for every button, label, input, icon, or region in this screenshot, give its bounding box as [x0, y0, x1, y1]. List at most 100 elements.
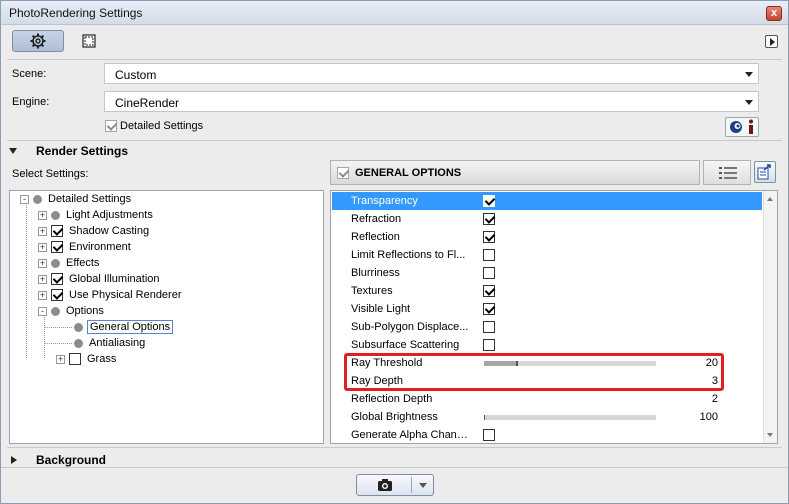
tree-expand-icon[interactable]: + [38, 210, 47, 220]
reflection-depth-value[interactable]: 2 [672, 393, 718, 405]
tree-expand-icon[interactable]: + [38, 274, 47, 284]
close-button[interactable]: x [766, 6, 782, 21]
limit-reflections-checkbox[interactable] [483, 249, 495, 261]
tree-item-label: Detailed Settings [48, 193, 132, 205]
option-row-limit-reflections[interactable]: Limit Reflections to Fl... [332, 246, 762, 264]
engine-info-group [725, 117, 759, 137]
expand-arrow-button[interactable] [765, 35, 778, 48]
scroll-down-icon[interactable] [767, 433, 773, 437]
tree-item-environment[interactable]: + Environment [38, 239, 133, 255]
info-icon[interactable] [746, 119, 756, 135]
tree-item-global-illumination[interactable]: + Global Illumination [38, 271, 162, 287]
tree-item-antialiasing[interactable]: Antialiasing [74, 335, 147, 351]
global-illumination-checkbox[interactable] [51, 273, 63, 285]
tree-expand-icon[interactable]: + [38, 290, 47, 300]
engine-label: Engine: [12, 96, 50, 108]
global-brightness-slider[interactable] [484, 415, 656, 420]
export-settings-button[interactable] [754, 161, 776, 183]
chevron-down-icon[interactable] [419, 483, 427, 488]
shadow-casting-checkbox[interactable] [51, 225, 63, 237]
engine-value: CineRender [115, 96, 180, 110]
title-bar[interactable]: PhotoRendering Settings x [1, 1, 788, 25]
tree-bullet-icon [74, 322, 83, 332]
list-view-button[interactable] [703, 160, 751, 185]
tree-guide [26, 203, 27, 358]
settings-tab-button[interactable] [12, 30, 64, 52]
tree-item-label: Environment [69, 241, 131, 253]
export-icon [757, 164, 771, 180]
tree-item-label: Light Adjustments [66, 209, 153, 221]
general-options-checkbox[interactable] [337, 166, 349, 179]
photorendering-settings-window: PhotoRendering Settings x Scene: Custom … [0, 0, 789, 504]
physical-renderer-checkbox[interactable] [51, 289, 63, 301]
tree-collapse-icon[interactable]: - [20, 194, 29, 204]
size-tab-button[interactable] [71, 30, 107, 52]
toolbar [1, 26, 788, 58]
background-title[interactable]: Background [36, 453, 106, 467]
tree-item-effects[interactable]: + Effects [38, 255, 101, 271]
tree-guide [44, 343, 72, 344]
option-name: Reflection Depth [351, 393, 433, 405]
general-options-list[interactable]: Transparency Refraction Reflection Limit… [330, 190, 778, 444]
expand-background-icon[interactable] [11, 456, 17, 464]
tree-bullet-icon [33, 194, 42, 204]
grass-checkbox[interactable] [69, 353, 81, 365]
tree-item-label: Global Illumination [69, 273, 160, 285]
environment-checkbox[interactable] [51, 241, 63, 253]
visible-light-checkbox[interactable] [483, 303, 495, 315]
detailed-settings-checkbox[interactable] [105, 120, 117, 132]
option-row-transparency[interactable]: Transparency [332, 192, 762, 210]
tree-item-detailed-settings[interactable]: - Detailed Settings [20, 191, 133, 207]
option-row-blurriness[interactable]: Blurriness [332, 264, 762, 282]
cinema4d-icon[interactable] [729, 120, 743, 134]
reflection-checkbox[interactable] [483, 231, 495, 243]
tree-item-light-adjustments[interactable]: + Light Adjustments [38, 207, 155, 223]
engine-dropdown[interactable]: CineRender [104, 91, 759, 112]
option-row-reflection[interactable]: Reflection [332, 228, 762, 246]
render-button[interactable] [356, 474, 434, 496]
tree-item-grass[interactable]: + Grass [56, 351, 118, 367]
option-row-global-brightness[interactable]: Global Brightness 100 [332, 408, 762, 426]
option-name: Global Brightness [351, 411, 438, 423]
bottom-bar [1, 467, 788, 504]
option-row-subsurface-scattering[interactable]: Subsurface Scattering [332, 336, 762, 354]
blurriness-checkbox[interactable] [483, 267, 495, 279]
tree-collapse-icon[interactable]: - [38, 306, 47, 316]
settings-tree[interactable]: - Detailed Settings + Light Adjustments … [9, 190, 324, 444]
detailed-settings-label: Detailed Settings [120, 120, 204, 132]
subsurface-scattering-checkbox[interactable] [483, 339, 495, 351]
sub-polygon-checkbox[interactable] [483, 321, 495, 333]
option-row-refraction[interactable]: Refraction [332, 210, 762, 228]
highlight-annotation [344, 353, 724, 391]
option-row-sub-polygon-displacement[interactable]: Sub-Polygon Displace... [332, 318, 762, 336]
scene-value: Custom [115, 68, 157, 82]
options-scrollbar[interactable] [763, 191, 777, 443]
tree-expand-icon[interactable]: + [38, 258, 47, 268]
collapse-render-settings-icon[interactable] [9, 148, 17, 154]
frame-icon [82, 34, 96, 48]
option-name: Subsurface Scattering [351, 339, 460, 351]
detailed-settings-toggle[interactable]: Detailed Settings [105, 120, 203, 132]
tree-expand-icon[interactable]: + [38, 242, 47, 252]
scene-dropdown[interactable]: Custom [104, 63, 759, 84]
tree-bullet-icon [51, 258, 60, 268]
tree-item-use-physical-renderer[interactable]: + Use Physical Renderer [38, 287, 184, 303]
scroll-up-icon[interactable] [767, 197, 773, 201]
transparency-checkbox[interactable] [483, 195, 495, 207]
tree-item-shadow-casting[interactable]: + Shadow Casting [38, 223, 151, 239]
render-settings-title[interactable]: Render Settings [36, 144, 128, 158]
option-name: Blurriness [351, 267, 400, 279]
tree-expand-icon[interactable]: + [38, 226, 47, 236]
global-brightness-value[interactable]: 100 [672, 411, 718, 423]
alpha-channel-checkbox[interactable] [483, 429, 495, 441]
tree-item-options[interactable]: - Options [38, 303, 106, 319]
option-row-visible-light[interactable]: Visible Light [332, 300, 762, 318]
option-row-textures[interactable]: Textures [332, 282, 762, 300]
tree-item-general-options[interactable]: General Options [74, 319, 174, 335]
refraction-checkbox[interactable] [483, 213, 495, 225]
option-row-generate-alpha-channel[interactable]: Generate Alpha Channel [332, 426, 762, 444]
textures-checkbox[interactable] [483, 285, 495, 297]
tree-expand-icon[interactable]: + [56, 354, 65, 364]
window-title: PhotoRendering Settings [9, 6, 143, 20]
option-row-reflection-depth[interactable]: Reflection Depth 2 [332, 390, 762, 408]
